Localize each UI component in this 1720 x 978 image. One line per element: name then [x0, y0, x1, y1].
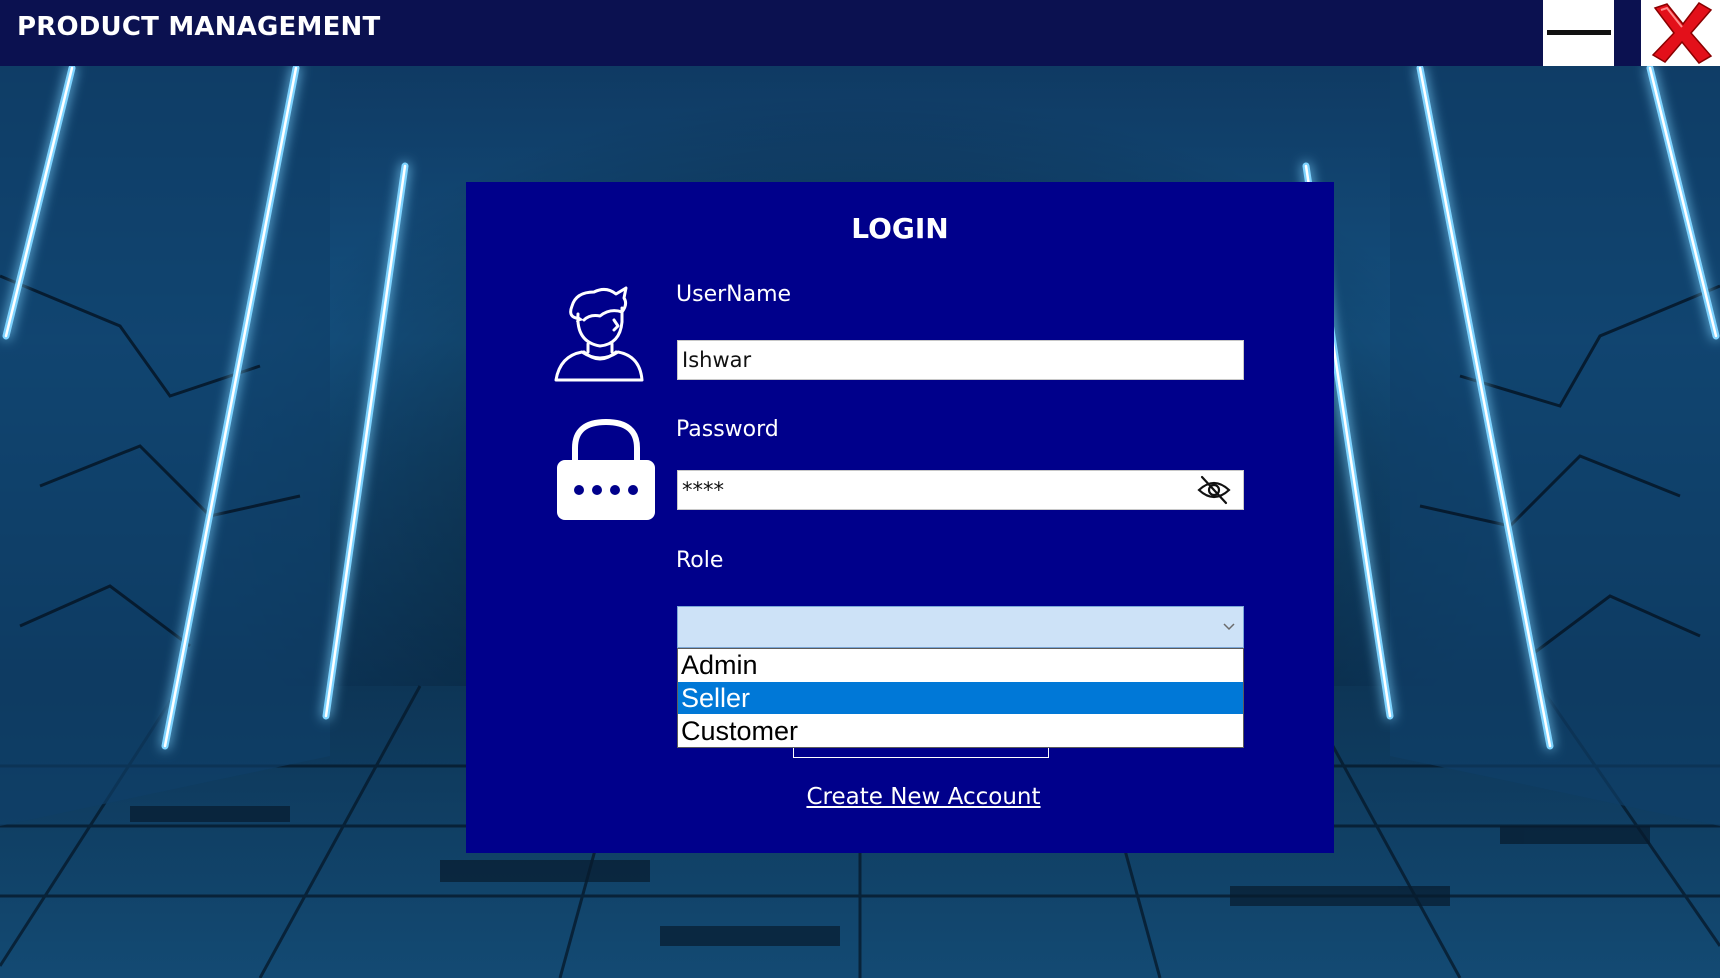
- username-input[interactable]: Ishwar: [677, 340, 1244, 380]
- minimize-icon: [1547, 30, 1611, 35]
- app-title: PRODUCT MANAGEMENT: [17, 12, 381, 42]
- title-bar: PRODUCT MANAGEMENT: [0, 0, 1720, 66]
- role-option-customer[interactable]: Customer: [678, 715, 1243, 747]
- lock-icon: [557, 418, 655, 520]
- eye-slash-icon[interactable]: [1197, 474, 1231, 506]
- role-option-seller[interactable]: Seller: [678, 682, 1243, 714]
- password-input[interactable]: ****: [677, 470, 1244, 510]
- chevron-down-icon: [1223, 623, 1235, 631]
- create-account-link[interactable]: Create New Account: [806, 784, 1040, 810]
- role-option-admin[interactable]: Admin: [678, 649, 1243, 681]
- role-label: Role: [676, 548, 724, 573]
- role-dropdown[interactable]: [677, 606, 1244, 648]
- close-button[interactable]: [1641, 0, 1720, 66]
- close-icon: [1651, 2, 1713, 64]
- password-label: Password: [676, 417, 779, 442]
- create-account-link-row: Create New Account: [466, 784, 1334, 810]
- role-dropdown-list: Admin Seller Customer: [677, 648, 1244, 748]
- user-avatar-icon: [554, 286, 644, 382]
- login-panel: LOGIN UserName Ishwar Password **** Role: [466, 182, 1334, 853]
- login-heading: LOGIN: [851, 212, 949, 245]
- username-label: UserName: [676, 282, 792, 307]
- minimize-button[interactable]: [1543, 0, 1614, 66]
